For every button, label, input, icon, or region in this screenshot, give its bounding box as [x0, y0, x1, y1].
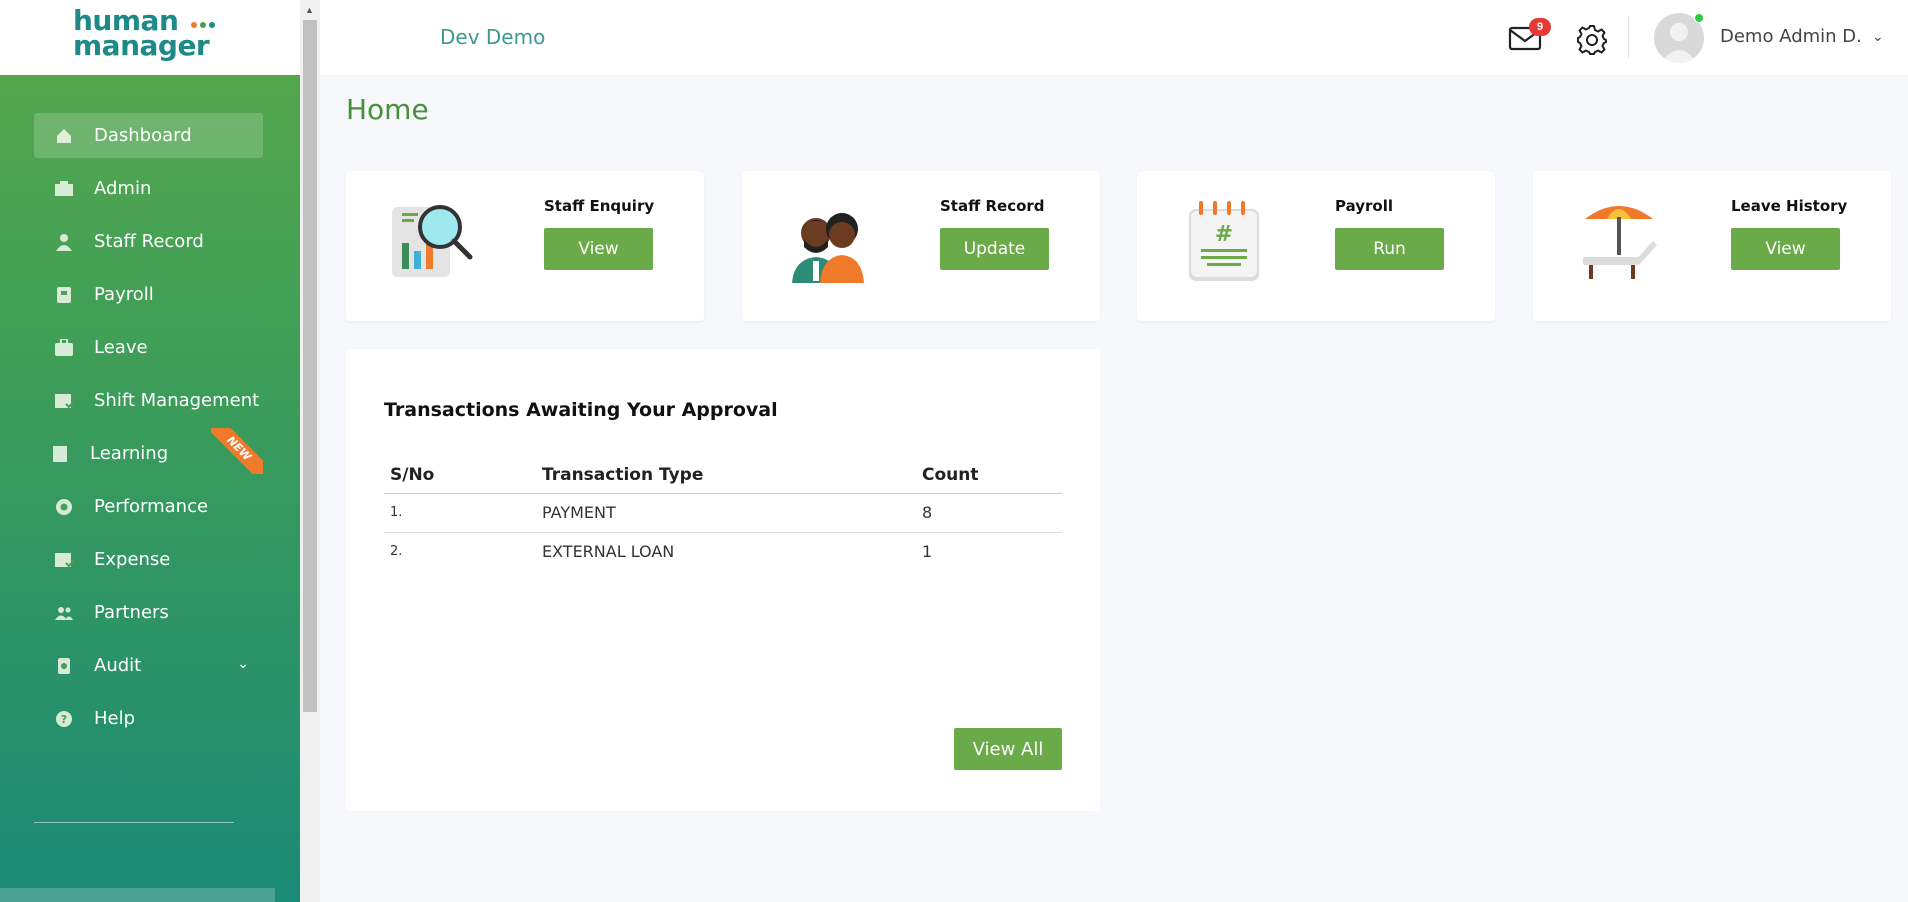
calendar-pay-icon: #: [1189, 201, 1259, 281]
person-icon: [54, 232, 74, 252]
sidebar-footer: [0, 888, 275, 902]
table-row[interactable]: 1. PAYMENT 8: [384, 493, 1062, 533]
audit-icon: [54, 656, 74, 676]
svg-text:#: #: [1215, 222, 1233, 247]
approvals-title: Transactions Awaiting Your Approval: [384, 399, 778, 421]
help-icon: ?: [54, 709, 74, 729]
page-title: Home: [346, 93, 429, 126]
staff-people-icon: [792, 213, 864, 283]
approvals-table: S/No Transaction Type Count 1. PAYMENT 8…: [384, 457, 1062, 571]
approvals-panel: Transactions Awaiting Your Approval S/No…: [346, 349, 1100, 811]
view-all-button[interactable]: View All: [954, 728, 1062, 770]
sidebar-nav: Dashboard Admin Staff Record Payroll Lea…: [34, 113, 263, 749]
sidebar-scrollbar[interactable]: ▲: [300, 0, 320, 902]
row-transaction-type: EXTERNAL LOAN: [542, 542, 675, 562]
sidebar-item-label: Leave: [94, 337, 148, 358]
sidebar-item-label: Audit: [94, 655, 142, 676]
card-title: Payroll: [1335, 197, 1394, 215]
chevron-down-icon[interactable]: ⌄: [1872, 28, 1884, 45]
sidebar-item-leave[interactable]: Leave: [34, 325, 263, 370]
sidebar-item-help[interactable]: ? Help: [34, 696, 263, 741]
card-staff-enquiry: Staff Enquiry View: [346, 171, 704, 321]
mail-count-badge: 9: [1529, 18, 1551, 36]
sidebar-item-staff-record[interactable]: Staff Record: [34, 219, 263, 264]
gear-icon[interactable]: [1576, 24, 1608, 56]
staff-record-update-button[interactable]: Update: [940, 228, 1049, 270]
logo[interactable]: human manager: [0, 0, 300, 75]
sidebar-item-learning[interactable]: Learning NEW: [34, 428, 263, 476]
people-icon: [54, 603, 74, 623]
calendar-check-icon: [54, 391, 74, 411]
column-header-sno: S/No: [384, 457, 536, 494]
row-transaction-type: PAYMENT: [536, 493, 916, 533]
logo-dots: [191, 22, 215, 28]
scroll-up-icon[interactable]: ▲: [305, 5, 314, 15]
user-name[interactable]: Demo Admin D.: [1720, 26, 1862, 47]
chevron-down-icon[interactable]: ⌄: [237, 656, 249, 672]
suitcase-icon: [54, 338, 74, 358]
row-sno: 1.: [384, 493, 536, 533]
sidebar-item-audit[interactable]: Audit ⌄: [34, 643, 263, 688]
card-title: Staff Enquiry: [544, 197, 655, 215]
performance-icon: [54, 497, 74, 517]
sidebar-item-label: Dashboard: [94, 125, 192, 146]
row-count: 1: [922, 542, 933, 562]
sidebar-item-shift-management[interactable]: Shift Management: [34, 378, 263, 423]
sidebar-item-label: Staff Record: [94, 231, 204, 252]
magnifier-chart-icon: [392, 205, 473, 277]
row-sno: 2.: [390, 544, 403, 560]
card-title: Staff Record: [940, 197, 1045, 215]
sidebar-item-admin[interactable]: Admin: [34, 166, 263, 211]
sidebar-item-expense[interactable]: Expense: [34, 537, 263, 582]
sidebar-item-label: Help: [94, 708, 136, 729]
sidebar-item-label: Shift Management: [94, 390, 260, 411]
sidebar-divider: [34, 822, 234, 823]
briefcase-icon: [54, 179, 74, 199]
column-header-transaction-type: Transaction Type: [536, 457, 916, 494]
svg-text:?: ?: [61, 713, 67, 726]
expense-icon: [54, 550, 74, 570]
sidebar-item-label: Learning: [90, 443, 169, 464]
table-row[interactable]: 2. EXTERNAL LOAN 1: [384, 532, 1062, 571]
sidebar-item-label: Admin: [94, 178, 152, 199]
logo-line-2: manager: [73, 29, 210, 62]
topbar-divider: [1628, 16, 1629, 58]
book-icon: [50, 444, 70, 464]
payroll-run-button[interactable]: Run: [1335, 228, 1444, 270]
row-count: 8: [916, 493, 1062, 533]
new-badge: NEW: [211, 428, 263, 474]
beach-chair-icon: [1583, 206, 1657, 279]
online-status-dot: [1694, 13, 1704, 23]
leave-history-view-button[interactable]: View: [1731, 228, 1840, 270]
scroll-thumb[interactable]: [303, 20, 317, 712]
staff-enquiry-view-button[interactable]: View: [544, 228, 653, 270]
company-name[interactable]: Dev Demo: [440, 25, 545, 49]
sidebar-item-dashboard[interactable]: Dashboard: [34, 113, 263, 158]
sidebar-item-partners[interactable]: Partners: [34, 590, 263, 635]
home-icon: [54, 126, 74, 146]
card-title: Leave History: [1731, 197, 1848, 215]
card-payroll: # Payroll Run: [1137, 171, 1495, 321]
top-bar: Dev Demo 9 Demo Admin D. ⌄: [320, 0, 1908, 75]
sidebar-item-payroll[interactable]: Payroll: [34, 272, 263, 317]
sidebar-item-performance[interactable]: Performance: [34, 484, 263, 529]
sidebar-item-label: Performance: [94, 496, 209, 517]
payroll-icon: [54, 285, 74, 305]
column-header-count: Count: [916, 457, 1062, 494]
card-staff-record: Staff Record Update: [742, 171, 1100, 321]
card-leave-history: Leave History View: [1533, 171, 1891, 321]
sidebar-item-label: Payroll: [94, 284, 154, 305]
sidebar-item-label: Partners: [94, 602, 169, 623]
table-header-row: S/No Transaction Type Count: [384, 457, 1062, 494]
sidebar-item-label: Expense: [94, 549, 171, 570]
sidebar: human manager Dashboard Admin Staff Reco…: [0, 0, 300, 902]
